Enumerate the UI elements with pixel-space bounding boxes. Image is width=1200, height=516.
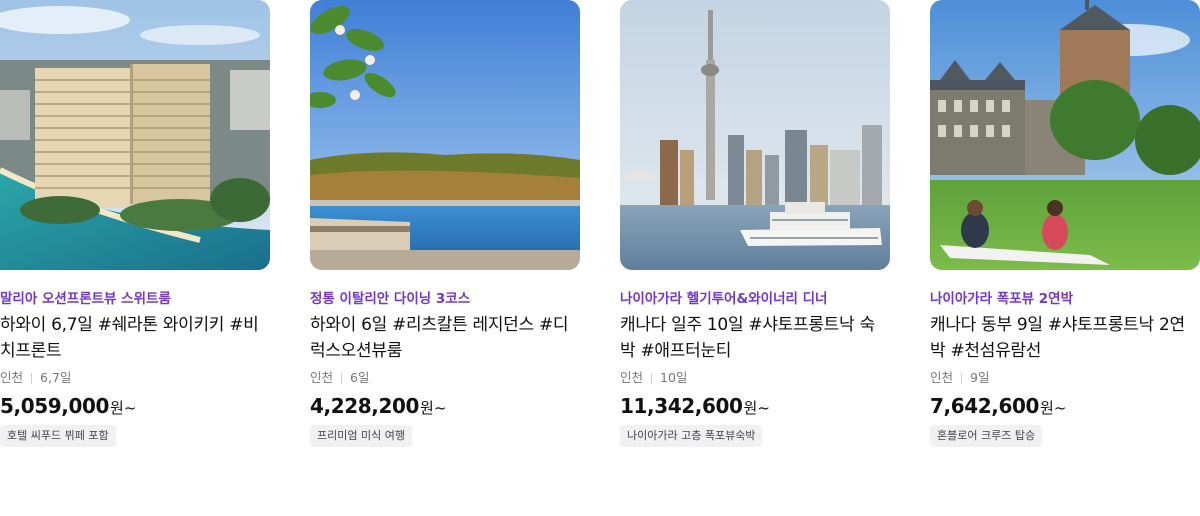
product-card[interactable]: 말리아 오션프론트뷰 스위트룸 하와이 6,7일 #쉐라톤 와이키키 #비치프론…: [0, 0, 270, 447]
product-price: 5,059,000 원~: [0, 394, 270, 418]
product-meta: 인천 6일: [310, 368, 580, 388]
product-title[interactable]: 캐나다 동부 9일 #샤토프롱트낙 2연박 #천섬유람선: [930, 312, 1200, 364]
product-price: 11,342,600 원~: [620, 394, 890, 418]
product-highlight: 말리아 오션프론트뷰 스위트룸: [0, 291, 171, 307]
product-price: 7,642,600 원~: [930, 394, 1200, 418]
product-highlight: 나이아가라 폭포뷰 2연박: [930, 291, 1073, 307]
product-tag: 프리미엄 미식 여행: [310, 425, 412, 447]
price-value: 7,642,600: [930, 394, 1040, 418]
product-tag: 혼블로어 크루즈 탑승: [930, 425, 1043, 447]
departure-city: 인천: [310, 370, 334, 385]
trip-duration: 9일: [970, 370, 990, 385]
product-meta: 인천 9일: [930, 368, 1200, 388]
product-card[interactable]: 정통 이탈리안 다이닝 3코스 하와이 6일 #리츠칼튼 레지던스 #디럭스오션…: [310, 0, 580, 447]
infinity-pool-photo-icon[interactable]: [310, 0, 580, 270]
product-tag: 호텔 씨푸드 뷔페 포함: [0, 425, 116, 447]
meta-divider: [341, 372, 343, 384]
product-highlight: 정통 이탈리안 다이닝 3코스: [310, 291, 471, 307]
price-unit: 원~: [110, 399, 137, 417]
price-value: 5,059,000: [0, 394, 110, 418]
chateau-picnic-photo-icon[interactable]: [930, 0, 1200, 270]
meta-divider: [651, 372, 653, 384]
toronto-skyline-photo-icon[interactable]: [620, 0, 890, 270]
price-unit: 원~: [743, 399, 770, 417]
meta-divider: [961, 372, 963, 384]
hotel-beach-photo-icon[interactable]: [0, 0, 270, 270]
product-tag: 나이아가라 고층 폭포뷰숙박: [620, 425, 763, 447]
product-card-list: 말리아 오션프론트뷰 스위트룸 하와이 6,7일 #쉐라톤 와이키키 #비치프론…: [0, 0, 1200, 516]
product-title[interactable]: 하와이 6,7일 #쉐라톤 와이키키 #비치프론트: [0, 312, 270, 364]
price-value: 11,342,600: [620, 394, 743, 418]
meta-divider: [31, 372, 33, 384]
departure-city: 인천: [620, 370, 644, 385]
departure-city: 인천: [0, 370, 24, 385]
price-unit: 원~: [420, 399, 447, 417]
departure-city: 인천: [930, 370, 954, 385]
price-unit: 원~: [1040, 399, 1067, 417]
product-price: 4,228,200 원~: [310, 394, 580, 418]
product-card[interactable]: 나이아가라 헬기투어&와이너리 디너 캐나다 일주 10일 #샤토프롱트낙 숙박…: [620, 0, 890, 447]
trip-duration: 6일: [350, 370, 370, 385]
product-title[interactable]: 하와이 6일 #리츠칼튼 레지던스 #디럭스오션뷰룸: [310, 312, 580, 364]
product-meta: 인천 6,7일: [0, 368, 270, 388]
product-card[interactable]: 나이아가라 폭포뷰 2연박 캐나다 동부 9일 #샤토프롱트낙 2연박 #천섬유…: [930, 0, 1200, 447]
trip-duration: 6,7일: [40, 370, 72, 385]
product-highlight: 나이아가라 헬기투어&와이너리 디너: [620, 291, 828, 307]
price-value: 4,228,200: [310, 394, 420, 418]
trip-duration: 10일: [660, 370, 688, 385]
product-title[interactable]: 캐나다 일주 10일 #샤토프롱트낙 숙박 #애프터눈티: [620, 312, 890, 364]
product-meta: 인천 10일: [620, 368, 890, 388]
